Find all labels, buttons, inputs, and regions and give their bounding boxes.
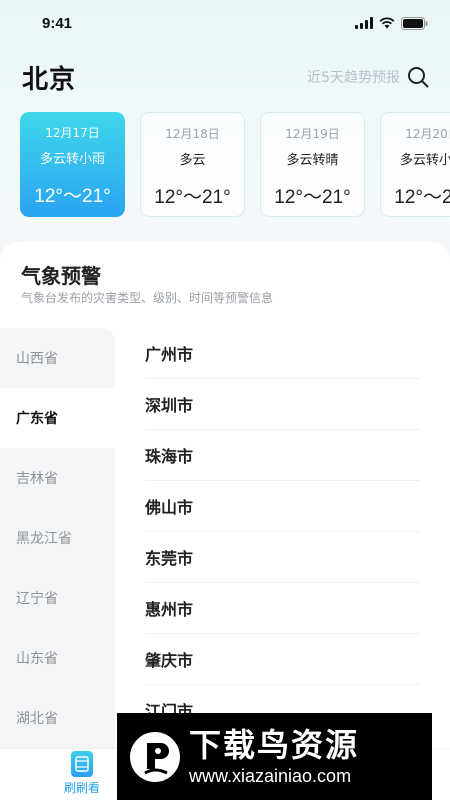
province-item[interactable]: 湖北省 [0, 688, 115, 748]
header: 北京 近5天趋势预报 [0, 54, 450, 100]
tab-label: 刷刷看 [63, 781, 100, 795]
status-icons [355, 16, 428, 30]
trend-wrap: 近5天趋势预报 [307, 65, 430, 89]
city-item[interactable]: 珠海市 [145, 430, 420, 481]
forecast-card[interactable]: 12月20日多云转小雨 12°～21° [380, 112, 450, 217]
forecast-card[interactable]: 12月19日 多云转晴 12°～21° [260, 112, 365, 217]
panel-subtitle: 气象台发布的灾害类型、级别、时间等预警信息 [21, 291, 274, 305]
province-item[interactable]: 山西省 [0, 328, 115, 388]
forecast-date: 12月20日 [405, 127, 450, 141]
forecast-condition: 多云转晴 [286, 153, 339, 168]
trend-forecast-link[interactable]: 近5天趋势预报 [307, 67, 400, 87]
forecast-card[interactable]: 12月17日 多云转小雨 12°～21° [20, 112, 125, 217]
forecast-condition: 多云转小雨 [39, 152, 105, 167]
forecast-temp: 12°～21° [394, 187, 450, 208]
forecast-temp: 12°～21° [274, 187, 351, 208]
tab-shuashuakan[interactable]: 刷刷看 [52, 751, 112, 796]
province-item[interactable]: 山东省 [0, 628, 115, 688]
city-title[interactable]: 北京 [22, 59, 76, 96]
city-list: 广州市 深圳市 珠海市 佛山市 东莞市 惠州市 肇庆市 江门市 [145, 328, 420, 748]
city-item[interactable]: 惠州市 [145, 583, 420, 634]
city-item[interactable]: 广州市 [145, 328, 420, 379]
watermark-url: www.xiazainiao.com [189, 765, 352, 786]
signal-icon [355, 17, 373, 29]
watermark-banner: 下载鸟资源 www.xiazainiao.com [117, 713, 432, 800]
battery-icon [401, 16, 428, 30]
city-item[interactable]: 肇庆市 [145, 634, 420, 685]
forecast-row: 12月17日 多云转小雨 12°～21° 12月18日 多云 12°～21° 12月19日多… [20, 112, 450, 218]
province-list: 山西省 广东省 吉林省 黑龙江省 辽宁省 山东省 湖北省 [0, 328, 115, 748]
province-item[interactable]: 广东省 [0, 388, 115, 448]
status-bar: 9:41 [0, 0, 450, 46]
forecast-condition: 多云 [179, 153, 206, 168]
wifi-icon [379, 17, 395, 29]
city-item[interactable]: 深圳市 [145, 379, 420, 430]
panel-title: 气象预警 [21, 264, 101, 288]
status-time: 9:41 [42, 14, 73, 32]
forecast-date: 12月18日 [165, 127, 220, 141]
forecast-date: 12月17日 [45, 126, 100, 140]
watermark-text: 下载鸟资源 www.xiazainiao.com [189, 726, 359, 788]
forecast-temp: 12°～21° [154, 187, 231, 208]
forecast-temp: 12°～21° [34, 186, 111, 207]
forecast-card[interactable]: 12月18日 多云 12°～21° [140, 112, 245, 217]
province-item[interactable]: 黑龙江省 [0, 508, 115, 568]
watermark-title: 下载鸟资源 [189, 725, 360, 764]
city-item[interactable]: 东莞市 [145, 532, 420, 583]
film-icon [71, 751, 93, 777]
search-icon[interactable] [406, 65, 430, 89]
forecast-date: 12月19日 [285, 127, 340, 141]
province-item[interactable]: 辽宁省 [0, 568, 115, 628]
bird-logo-icon [125, 727, 185, 787]
city-item[interactable]: 佛山市 [145, 481, 420, 532]
province-item[interactable]: 吉林省 [0, 448, 115, 508]
forecast-condition: 多云转小雨 [399, 153, 450, 168]
